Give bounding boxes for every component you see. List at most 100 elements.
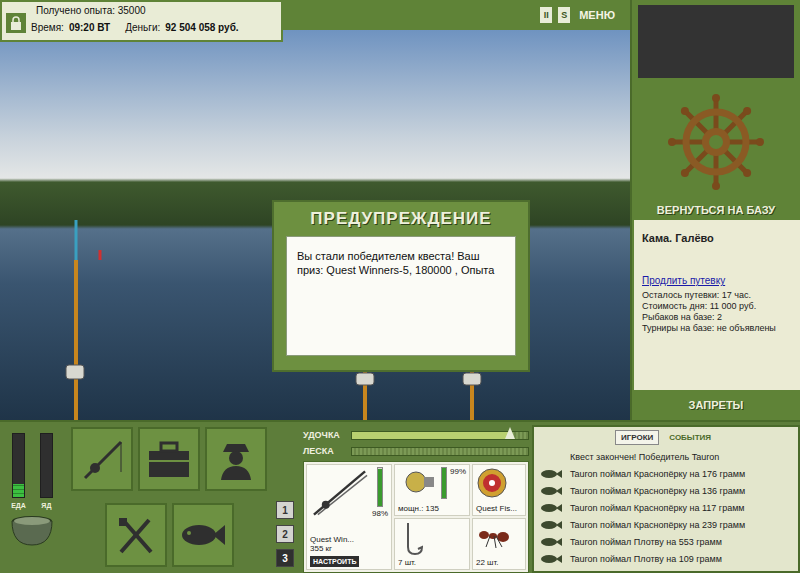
fish-icon bbox=[540, 469, 562, 479]
fish-icon bbox=[179, 515, 227, 555]
log-row: Tauron поймал Краснопёрку на 239 грамм bbox=[534, 516, 798, 533]
bait-count: 22 шт. bbox=[476, 558, 522, 567]
event-log: ИГРОКИ СОБЫТИЯ Квест закончен! Победитель … bbox=[532, 425, 800, 573]
meter-track bbox=[12, 433, 25, 498]
status-panel: Получено опыта: 35000Время:09:20 ВТДеньг… bbox=[0, 0, 283, 42]
reel-slot[interactable]: 99% мощн.: 135 bbox=[394, 464, 470, 516]
meter: ЕДА bbox=[11, 433, 26, 509]
wear-text: 98% bbox=[372, 509, 388, 518]
meter-fill bbox=[13, 484, 24, 497]
log-row: Tauron поймал Краснопёрку на 117 грамм bbox=[534, 499, 798, 516]
bans-button[interactable]: ЗАПРЕТЫ bbox=[632, 390, 800, 420]
toolbar-button[interactable]: S bbox=[558, 7, 570, 23]
tension-bar: ЛЕСКА bbox=[303, 445, 529, 457]
hook-icon bbox=[398, 521, 428, 557]
toolbar-button[interactable]: II bbox=[540, 7, 552, 23]
rod-slot[interactable]: 98% Quest Win...355 кг НАСТРОИТЬ bbox=[306, 464, 392, 570]
page-button[interactable]: 3 bbox=[276, 549, 294, 567]
meter-label: ЯД bbox=[41, 502, 51, 509]
fishing-scene: IISМЕНЮПолучено опыта: 35000Время:09:20 … bbox=[0, 0, 630, 420]
ant-icon bbox=[476, 521, 510, 551]
info-line: Рыбаков на базе: 2 bbox=[642, 312, 792, 322]
wear-text: 99% bbox=[450, 467, 466, 476]
helm-icon[interactable] bbox=[668, 94, 764, 190]
return-button[interactable]: ВЕРНУТЬСЯ НА БАЗУ bbox=[657, 204, 775, 216]
catch-button[interactable] bbox=[172, 503, 234, 567]
log-text: Tauron поймал Краснопёрку на 136 грамм bbox=[570, 486, 745, 496]
log-row: Квест закончен! Победитель Tauron bbox=[534, 448, 798, 465]
bait-slot[interactable]: 22 шт. bbox=[472, 518, 526, 570]
log-text: Tauron поймал Плотву на 109 грамм bbox=[570, 554, 722, 564]
fish-icon bbox=[540, 554, 562, 564]
meter-track bbox=[40, 433, 53, 498]
rod-weight: 355 кг bbox=[310, 544, 388, 553]
info-line: Турниры на базе: не объявлены bbox=[642, 323, 792, 333]
base-panel: ВЕРНУТЬСЯ НА БАЗУ Кама. Галёво Продлить пу… bbox=[630, 0, 800, 420]
tension-label: УДОЧКА bbox=[303, 430, 347, 440]
cauldron-icon[interactable] bbox=[8, 509, 56, 549]
setup-button[interactable]: НАСТРОИТЬ bbox=[310, 556, 359, 567]
fisherman-icon bbox=[213, 436, 259, 482]
rods-button[interactable] bbox=[71, 427, 133, 491]
reel-power: мощн.: 135 bbox=[398, 504, 466, 513]
info-line: Стоимость дня: 11 000 руб. bbox=[642, 301, 792, 311]
warning-dialog: ПРЕДУПРЕЖДЕНИЕВы стали победителем квест… bbox=[272, 200, 530, 372]
fisherman-button[interactable] bbox=[205, 427, 267, 491]
experience-text: Получено опыта: 35000 bbox=[6, 5, 275, 16]
base-info: Кама. Галёво Продлить путевку Осталось пут… bbox=[634, 220, 800, 390]
log-text: Tauron поймал Краснопёрку на 239 грамм bbox=[570, 520, 745, 530]
meter: ЯД bbox=[40, 433, 53, 509]
hook-count: 7 шт. bbox=[398, 558, 466, 567]
fish-icon bbox=[540, 486, 562, 496]
fish-icon bbox=[540, 503, 562, 513]
log-row: Tauron поймал Плотву на 553 грамм bbox=[534, 533, 798, 550]
money-value: 92 504 058 руб. bbox=[165, 22, 238, 33]
control-panel: ЕДА ЯД 1 2 3 УДОЧКА ЛЕСКА 98% Quest Win...355 кг… bbox=[0, 420, 800, 573]
minimap bbox=[638, 5, 794, 78]
rod-name: Quest Win... bbox=[310, 535, 388, 544]
lock-icon[interactable] bbox=[6, 13, 26, 33]
page-button[interactable]: 1 bbox=[276, 501, 294, 519]
tackle-slots: 98% Quest Win...355 кг НАСТРОИТЬ 99% мощн.: … bbox=[303, 461, 529, 573]
reel-icon bbox=[398, 467, 438, 497]
log-tab[interactable]: СОБЫТИЯ bbox=[663, 430, 717, 445]
tension-track bbox=[351, 431, 529, 440]
toolbar-button[interactable]: МЕНЮ bbox=[576, 7, 618, 23]
rod-icon bbox=[79, 436, 125, 482]
log-row: Tauron поймал Краснопёрку на 136 грамм bbox=[534, 482, 798, 499]
tackle-box-icon bbox=[146, 439, 192, 479]
page-button[interactable]: 2 bbox=[276, 525, 294, 543]
fish-icon bbox=[540, 537, 562, 547]
time-label: Время: bbox=[31, 22, 64, 33]
tension-marker bbox=[505, 427, 515, 439]
line-name: Quest Fis... bbox=[476, 504, 522, 513]
tension-bar: УДОЧКА bbox=[303, 429, 529, 441]
log-tab[interactable]: ИГРОКИ bbox=[615, 430, 659, 445]
dialog-message: Вы стали победителем квеста! Ваш приз: Q… bbox=[286, 236, 516, 356]
location-title: Кама. Галёво bbox=[642, 232, 792, 244]
rod-icon bbox=[310, 467, 369, 519]
line-slot[interactable]: Quest Fis... bbox=[472, 464, 526, 516]
tension-label: ЛЕСКА bbox=[303, 446, 347, 456]
log-text: Квест закончен! Победитель Tauron bbox=[570, 452, 719, 462]
log-row: Tauron поймал Плотву на 109 грамм bbox=[534, 550, 798, 567]
log-text: Tauron поймал Плотву на 553 грамм bbox=[570, 537, 722, 547]
hook-slot[interactable]: 7 шт. bbox=[394, 518, 470, 570]
wear-bar bbox=[377, 467, 383, 507]
log-text: Tauron поймал Краснопёрку на 176 грамм bbox=[570, 469, 745, 479]
extend-link[interactable]: Продлить путевку bbox=[642, 275, 792, 286]
log-text: Tauron поймал Краснопёрку на 117 грамм bbox=[570, 503, 745, 513]
meter-label: ЕДА bbox=[11, 502, 26, 509]
wear-bar bbox=[441, 467, 447, 499]
info-line: Осталось путевки: 17 час. bbox=[642, 290, 792, 300]
log-row: Tauron поймал Краснопёрку на 176 грамм bbox=[534, 465, 798, 482]
tackle-box-button[interactable] bbox=[138, 427, 200, 491]
food-button[interactable] bbox=[105, 503, 167, 567]
log-tabs: ИГРОКИ СОБЫТИЯ bbox=[534, 427, 798, 448]
money-label: Деньги: bbox=[125, 22, 160, 33]
fish-icon bbox=[540, 520, 562, 530]
dialog-title: ПРЕДУПРЕЖДЕНИЕ bbox=[286, 202, 516, 236]
knife-fork-icon bbox=[113, 512, 159, 558]
line-spool-icon bbox=[476, 467, 508, 499]
tension-fill bbox=[352, 432, 510, 439]
